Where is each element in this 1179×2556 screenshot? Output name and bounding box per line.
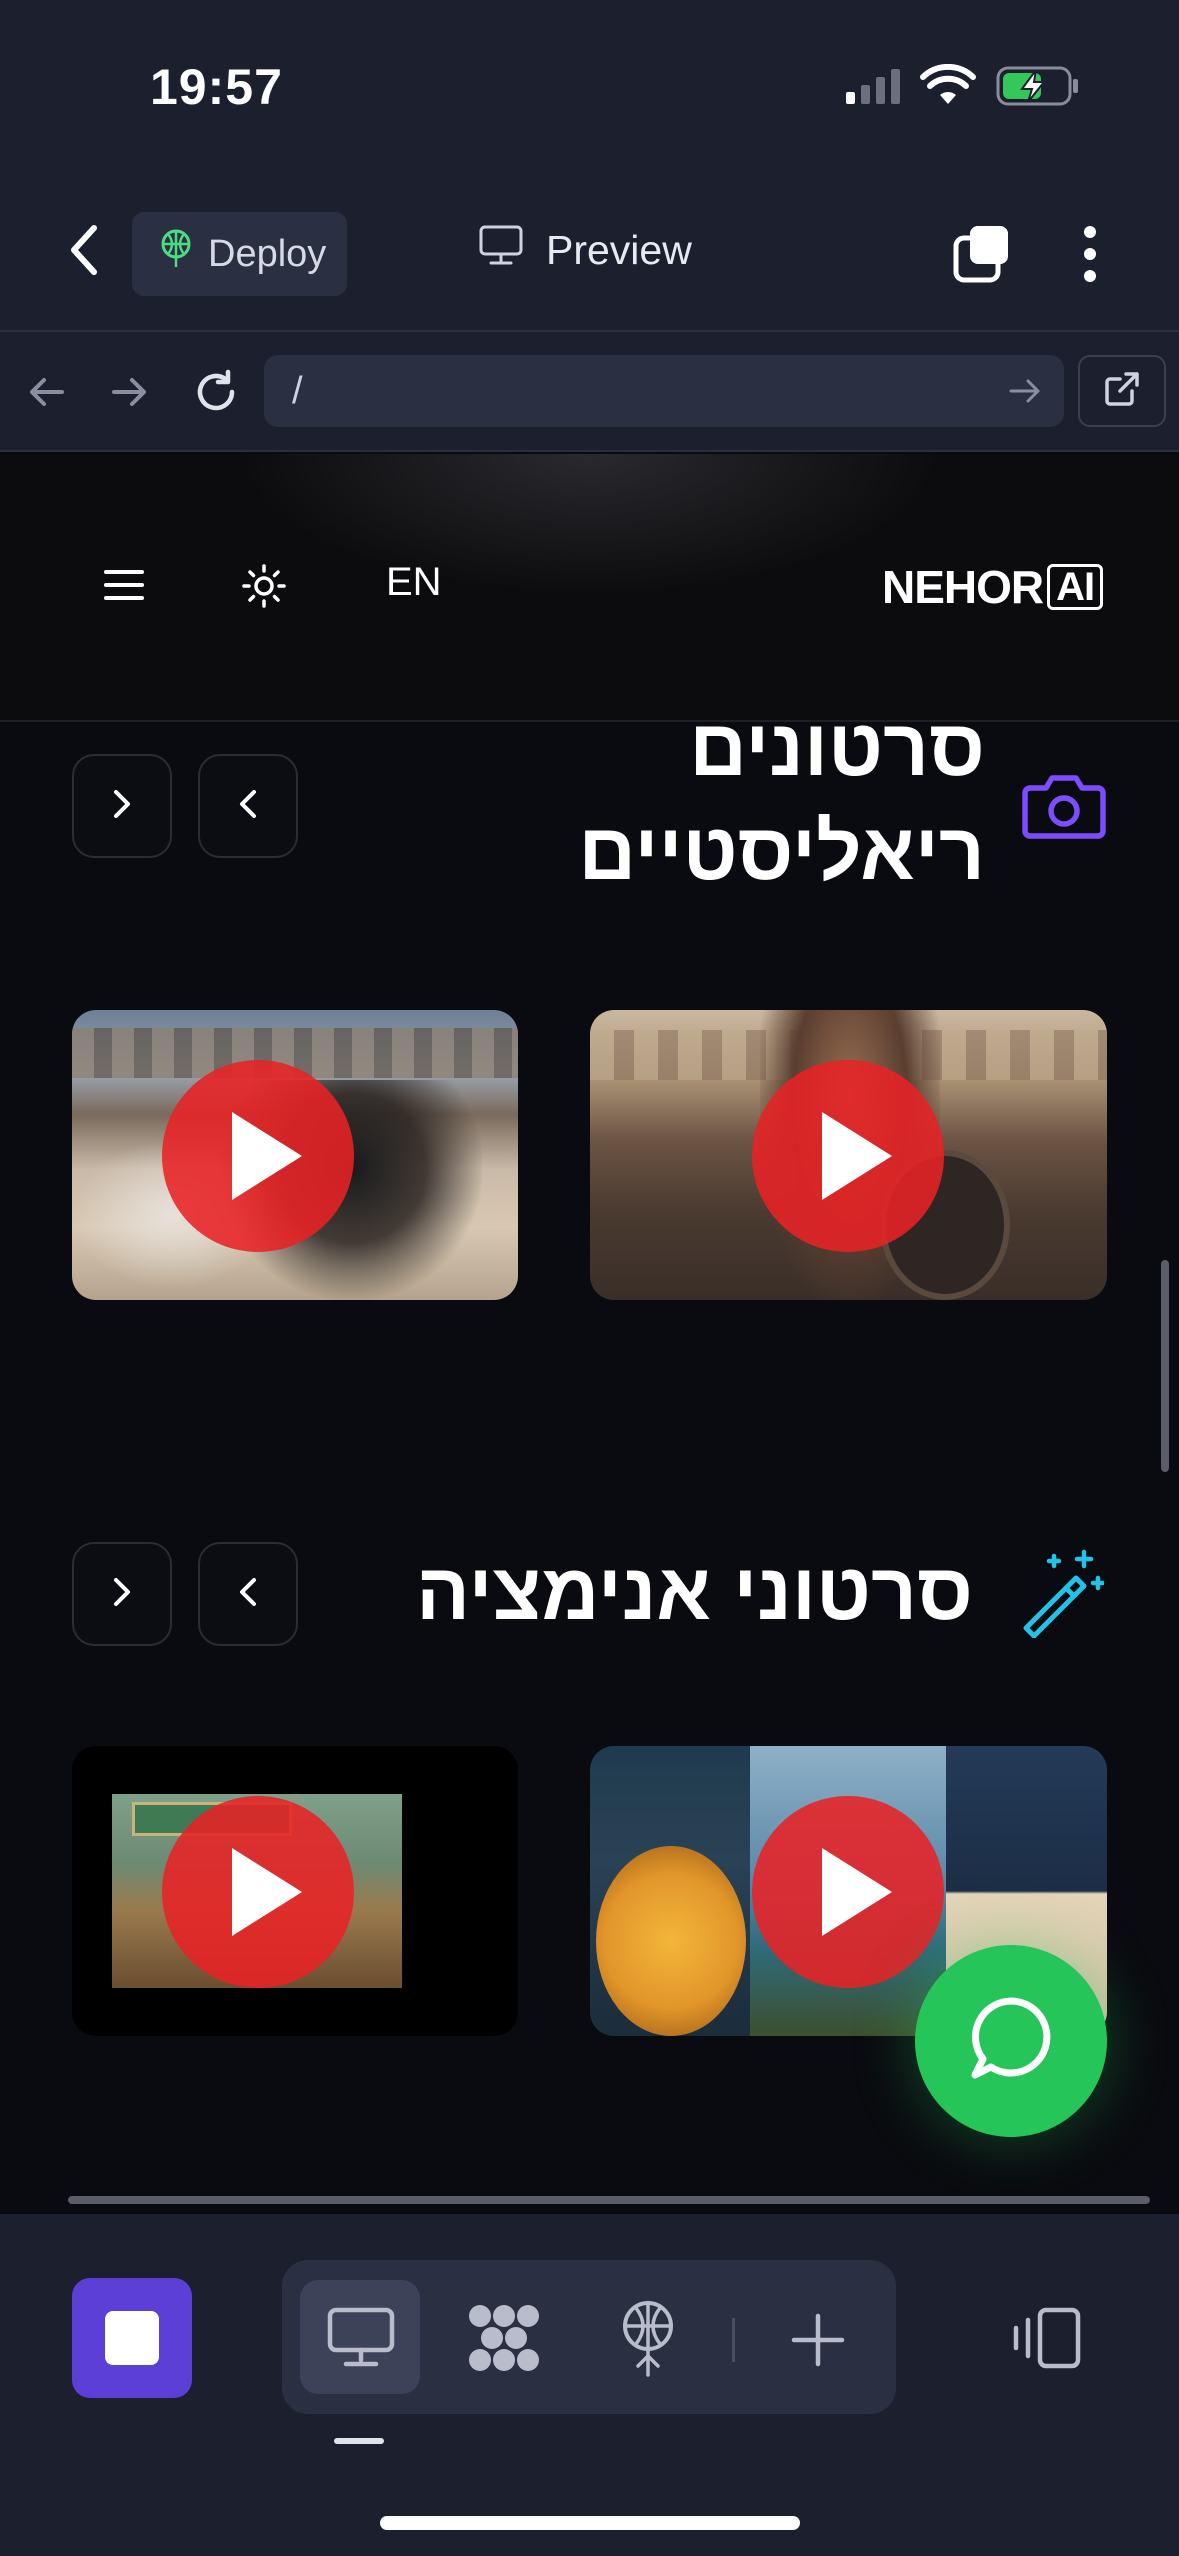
vertical-scrollbar[interactable] <box>1161 1260 1169 1472</box>
chevron-left-icon <box>235 787 261 826</box>
deploy-button[interactable]: Deploy <box>132 212 347 296</box>
wifi-icon <box>920 64 976 106</box>
home-indicator[interactable] <box>380 2516 800 2530</box>
preview-label: Preview <box>546 226 692 273</box>
section-title-line1: סרטונים <box>689 703 985 792</box>
browser-back-icon[interactable] <box>26 372 66 412</box>
tabs-icon[interactable] <box>952 224 1012 284</box>
chevron-right-icon <box>109 787 135 826</box>
video-thumbnail[interactable] <box>72 1010 518 1300</box>
video-thumbnail[interactable] <box>590 1010 1107 1300</box>
whatsapp-chat-button[interactable] <box>915 1945 1107 2137</box>
chevron-left-icon <box>235 1575 261 1614</box>
language-switch[interactable]: EN <box>386 560 442 605</box>
horizontal-scrollbar[interactable] <box>68 2196 1150 2204</box>
camera-icon <box>1022 770 1106 842</box>
section-title-animation: סרטוני אנימציה <box>416 1547 973 1636</box>
chat-bubble-icon <box>963 1991 1059 2092</box>
logo-ai: AI <box>1047 564 1104 610</box>
open-external-button[interactable] <box>1078 355 1166 427</box>
more-options-icon[interactable] <box>1080 224 1100 284</box>
deploy-label: Deploy <box>208 232 327 275</box>
logo-text: NEHOR <box>882 561 1044 613</box>
browser-forward-icon[interactable] <box>110 372 150 412</box>
active-tab-indicator <box>334 2438 384 2444</box>
plus-icon[interactable] <box>790 2312 846 2368</box>
stop-icon <box>105 2311 159 2365</box>
section-title-line2: ריאליסטיים <box>578 807 985 896</box>
chevron-right-icon <box>109 1575 135 1614</box>
deploy-icon[interactable] <box>618 2300 678 2378</box>
site-logo[interactable]: NEHOR AI <box>882 560 1104 614</box>
theme-toggle-icon[interactable] <box>242 564 286 608</box>
back-icon[interactable] <box>66 222 102 278</box>
device-icon[interactable] <box>1010 2306 1082 2370</box>
desktop-icon[interactable] <box>326 2306 396 2368</box>
section-title-realistic: סרטונים ריאליסטיים <box>285 696 985 904</box>
hamburger-menu-icon[interactable] <box>104 568 144 602</box>
play-icon[interactable] <box>162 1060 354 1252</box>
reload-icon[interactable] <box>192 368 240 416</box>
magic-wand-icon <box>1014 1548 1104 1638</box>
preview-tab[interactable]: Preview <box>478 224 692 276</box>
cellular-signal-icon <box>844 66 904 106</box>
play-icon[interactable] <box>752 1060 944 1252</box>
carousel-prev-button[interactable] <box>198 754 298 858</box>
stop-button[interactable] <box>72 2278 192 2398</box>
deploy-icon <box>158 229 194 279</box>
status-time: 19:57 <box>150 59 283 115</box>
external-link-icon <box>1104 371 1140 412</box>
carousel-next-button[interactable] <box>72 754 172 858</box>
toolbar-divider <box>732 2318 735 2362</box>
monitor-icon <box>478 224 524 276</box>
carousel-next-button[interactable] <box>72 1542 172 1646</box>
battery-charging-icon <box>996 64 1080 108</box>
thumbnail-lemon <box>596 1846 746 2036</box>
play-icon[interactable] <box>162 1796 354 1988</box>
go-arrow-icon[interactable] <box>1008 376 1042 406</box>
video-thumbnail[interactable] <box>72 1746 518 2036</box>
apps-icon[interactable] <box>466 2302 542 2374</box>
play-icon[interactable] <box>752 1796 944 1988</box>
url-input[interactable]: / <box>264 355 1064 427</box>
